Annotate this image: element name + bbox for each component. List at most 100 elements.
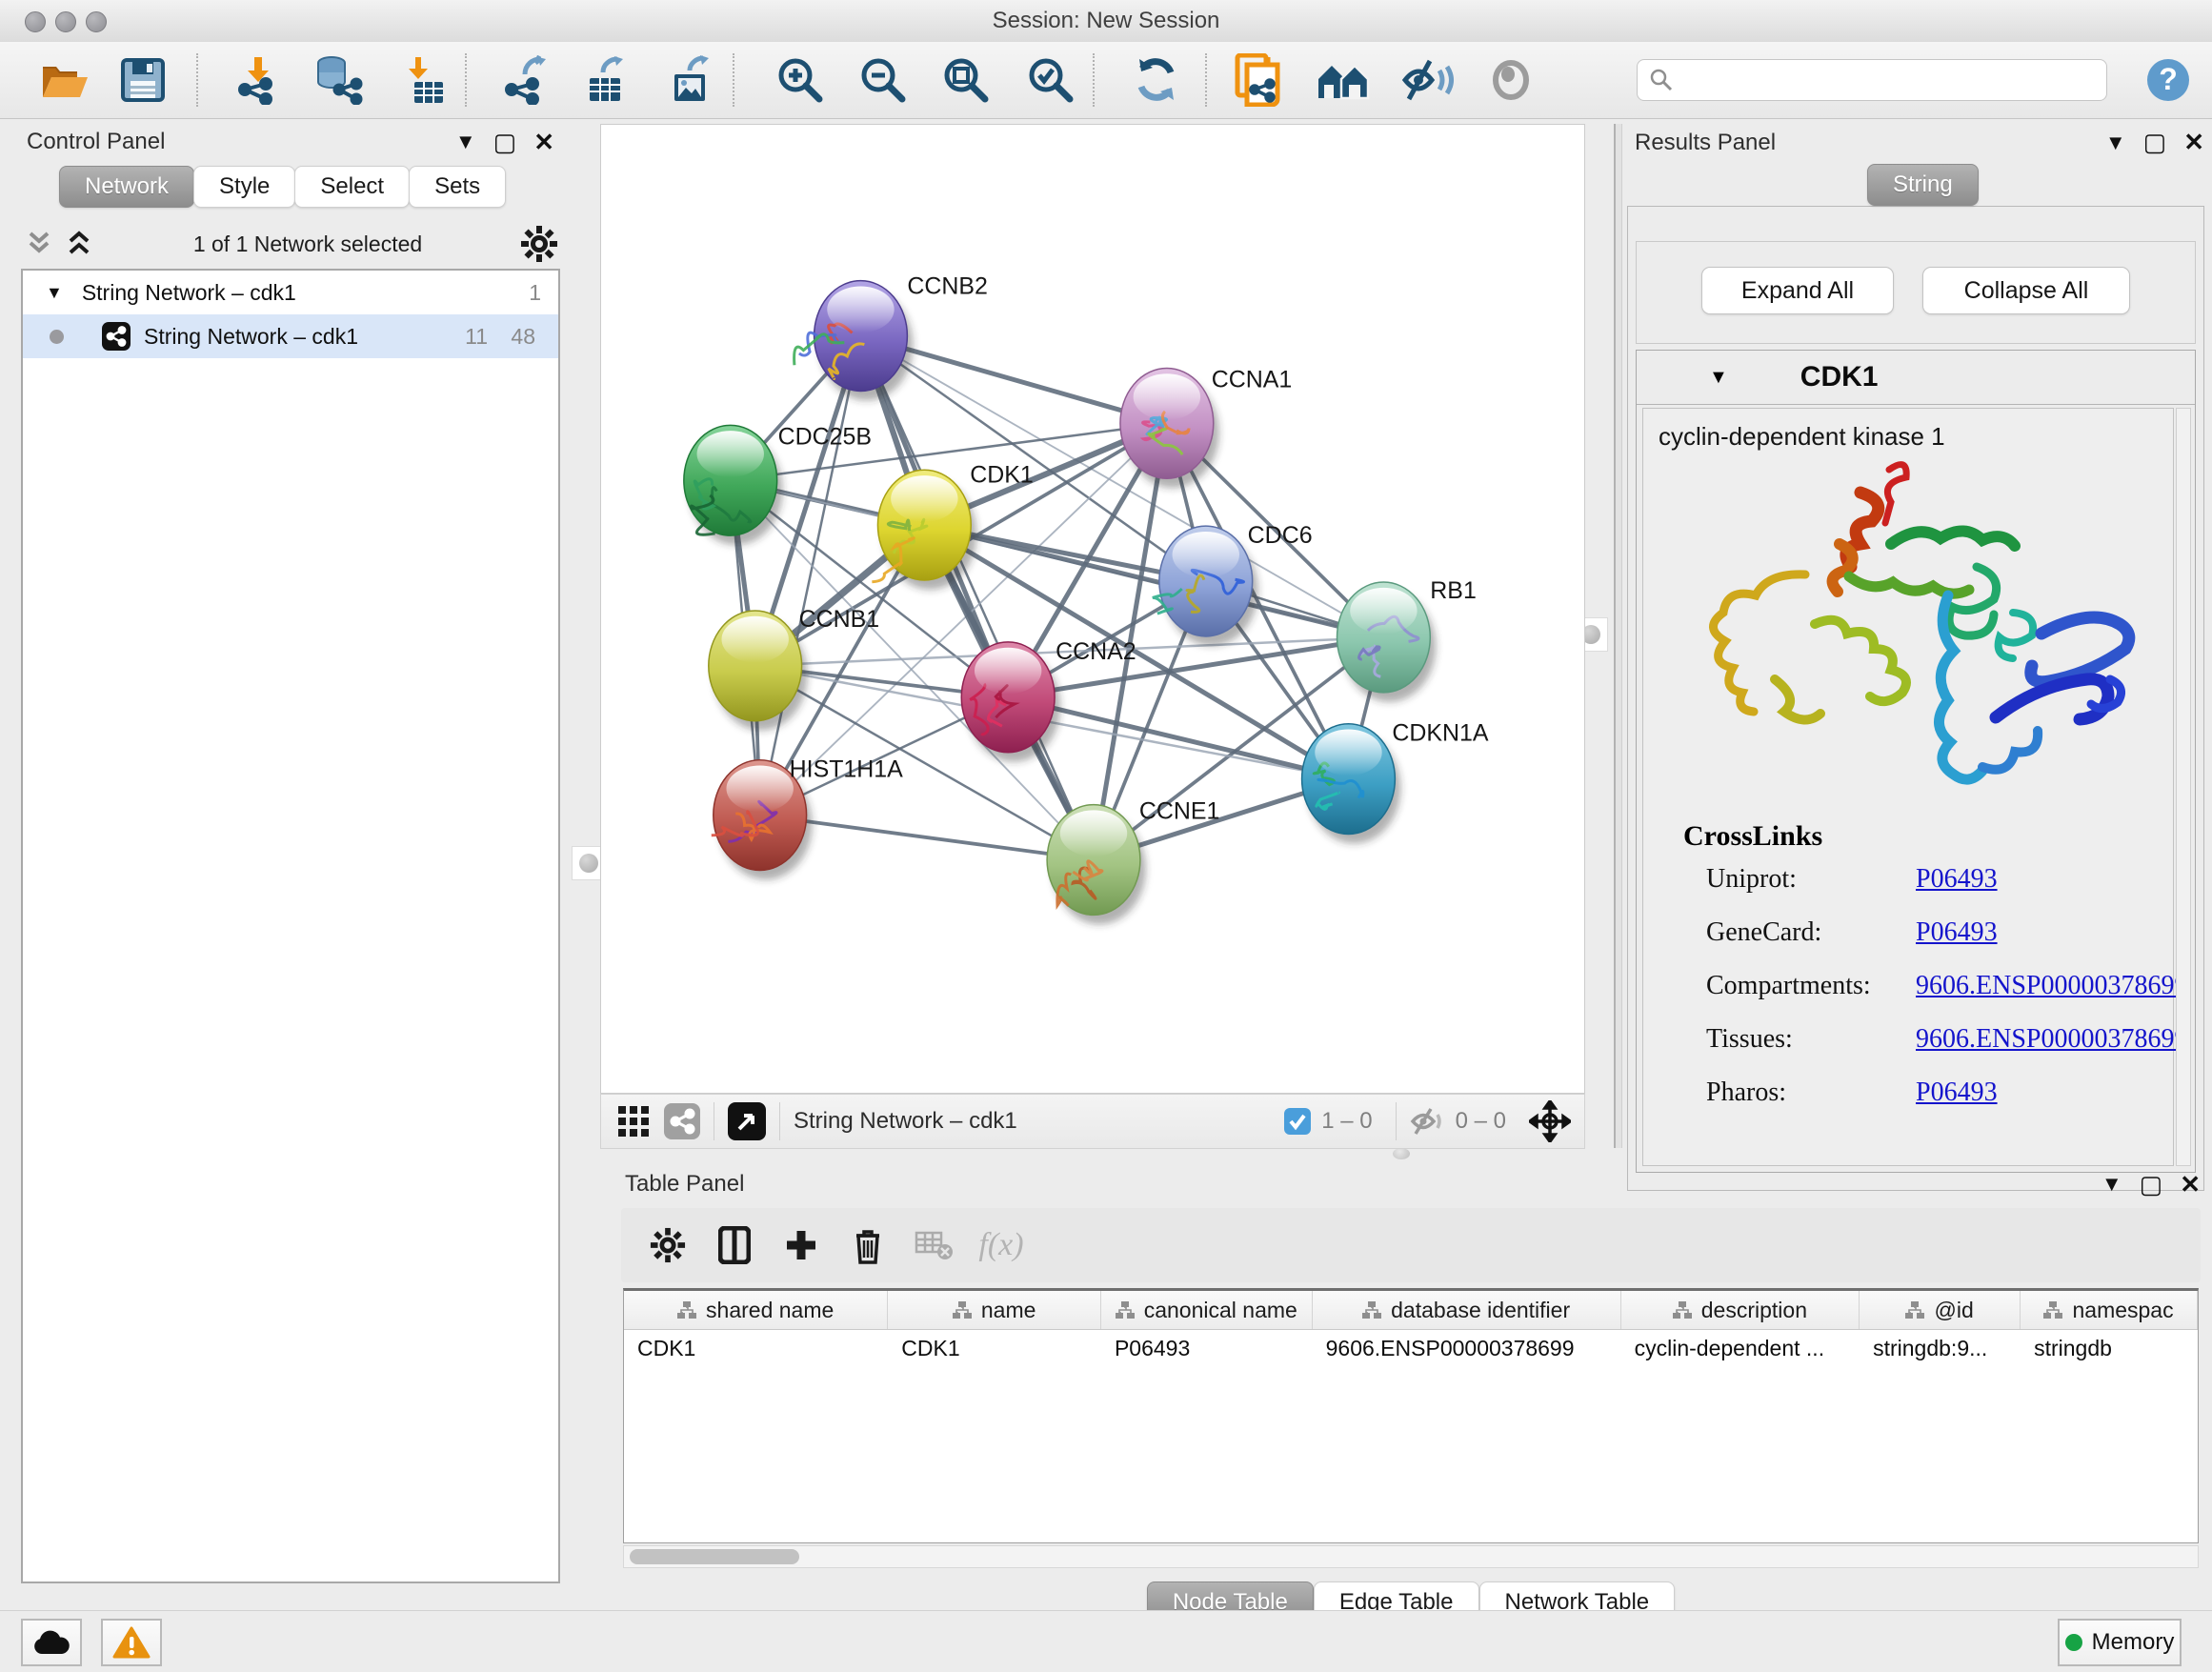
column-header-shared-name[interactable]: shared name <box>624 1291 888 1329</box>
result-entry-header[interactable]: ▼ CDK1 <box>1637 351 2195 405</box>
zoom-out-icon <box>858 55 908 105</box>
fit-content-crosshair-icon[interactable] <box>1529 1100 1571 1142</box>
separator <box>1396 1102 1397 1140</box>
network-node-HIST1H1A[interactable]: HIST1H1A <box>712 756 903 880</box>
show-columns-button[interactable] <box>701 1217 768 1274</box>
node-label-CCNA1: CCNA1 <box>1212 366 1293 393</box>
results-panel-divider[interactable] <box>1614 124 1622 1148</box>
node-gloss <box>697 431 764 477</box>
help-button[interactable]: ? <box>2138 51 2199 109</box>
search-input[interactable] <box>1637 59 2107 101</box>
table-header-row: shared name name canonical namedatabase id… <box>624 1291 2198 1330</box>
tab-sets[interactable]: Sets <box>409 166 506 208</box>
crosslink-link[interactable]: 9606.ENSP00000378699 <box>1916 971 2187 1001</box>
network-node-CCNE1[interactable]: CCNE1 <box>1047 798 1219 925</box>
table-settings-button[interactable] <box>634 1217 701 1274</box>
crosslink-row: Tissues:9606.ENSP00000378699 <box>1706 1024 2163 1058</box>
panel-menu-icon[interactable]: ▼ <box>2101 1172 2122 1197</box>
save-session-button[interactable] <box>112 51 173 109</box>
add-column-button[interactable] <box>768 1217 835 1274</box>
tree-expand-icon[interactable]: ▼ <box>46 283 63 303</box>
crosslink-link[interactable]: P06493 <box>1916 864 1998 895</box>
column-header-label: name <box>981 1298 1036 1323</box>
hide-selected-button[interactable] <box>1398 51 1458 109</box>
network-node-CCNB2[interactable]: CCNB2 <box>794 273 988 401</box>
network-node-CDK1[interactable]: CDK1 <box>872 461 1033 590</box>
selected-checkbox-icon[interactable] <box>1283 1107 1312 1136</box>
tab-select[interactable]: Select <box>294 166 410 208</box>
panel-menu-icon[interactable]: ▼ <box>455 130 476 154</box>
import-network-file-button[interactable] <box>228 51 289 109</box>
network-node-CDC6[interactable]: CDC6 <box>1153 522 1313 646</box>
zoom-selected-button[interactable] <box>1020 51 1081 109</box>
expand-all-button[interactable]: Expand All <box>1701 267 1894 314</box>
column-header-namespac[interactable]: namespac <box>2021 1291 2198 1329</box>
warnings-button[interactable] <box>101 1619 162 1666</box>
table-cell: 9606.ENSP00000378699 <box>1313 1330 1621 1366</box>
table-row[interactable]: CDK1CDK1P064939606.ENSP00000378699cyclin… <box>624 1330 2198 1366</box>
refresh-button[interactable] <box>1126 51 1187 109</box>
zoom-in-button[interactable] <box>770 51 831 109</box>
network-node-CCNA1[interactable]: CCNA1 <box>1120 366 1292 488</box>
collapse-all-button[interactable]: Collapse All <box>1922 267 2130 314</box>
export-table-button[interactable] <box>576 51 637 109</box>
node-table: shared name name canonical namedatabase id… <box>623 1288 2199 1543</box>
network-node-RB1[interactable]: RB1 <box>1337 577 1476 702</box>
network-tree-child-row[interactable]: String Network – cdk1 11 48 <box>23 314 558 358</box>
network-node-CCNB1[interactable]: CCNB1 <box>709 606 879 731</box>
collapse-entry-icon[interactable]: ▼ <box>1709 367 1728 389</box>
delete-column-button[interactable] <box>835 1217 901 1274</box>
gear-icon[interactable] <box>520 225 558 263</box>
tab-network[interactable]: Network <box>59 166 194 208</box>
panel-menu-icon[interactable]: ▼ <box>2105 131 2126 155</box>
duplicate-network-button[interactable] <box>1229 51 1290 109</box>
column-header-description[interactable]: description <box>1621 1291 1860 1329</box>
column-header-@id[interactable]: @id <box>1860 1291 2021 1329</box>
show-all-button[interactable] <box>1480 51 1541 109</box>
zoom-out-button[interactable] <box>853 51 914 109</box>
crosslink-link[interactable]: 9606.ENSP00000378699 <box>1916 1024 2187 1055</box>
panel-close-icon[interactable]: ✕ <box>2183 128 2204 157</box>
memory-button[interactable]: Memory <box>2058 1619 2182 1666</box>
network-node-CDKN1A[interactable]: CDKN1A <box>1302 720 1489 844</box>
hidden-eye-icon[interactable] <box>1410 1107 1446 1136</box>
import-network-database-button[interactable] <box>308 51 369 109</box>
import-table-button[interactable] <box>392 51 453 109</box>
export-network-button[interactable] <box>494 51 555 109</box>
results-scrollbar[interactable] <box>2176 408 2191 1166</box>
panel-float-icon[interactable]: ▢ <box>493 128 517 157</box>
tab-style[interactable]: Style <box>193 166 295 208</box>
panel-close-icon[interactable]: ✕ <box>533 128 554 157</box>
network-canvas[interactable]: CCNB2 CCNA1 CDC25BCDK1 CDC6RB1 CCNB1 CCNA2 CDK… <box>600 124 1585 1094</box>
network-node-CDC25B[interactable]: CDC25B <box>684 423 872 545</box>
network-node-CCNA2[interactable]: CCNA2 <box>961 638 1136 762</box>
table-h-scrollbar[interactable] <box>623 1545 2199 1568</box>
function-builder-button[interactable]: f(x) <box>968 1217 1035 1274</box>
panel-close-icon[interactable]: ✕ <box>2180 1170 2201 1199</box>
node-label-CCNA2: CCNA2 <box>1056 638 1136 665</box>
panel-float-icon[interactable]: ▢ <box>2143 128 2167 157</box>
expand-all-icon[interactable] <box>63 230 95 258</box>
selected-counts: 1 – 0 <box>1321 1108 1372 1135</box>
main-toolbar: ? <box>0 42 2212 119</box>
zoom-fit-button[interactable] <box>935 51 996 109</box>
delete-table-button[interactable] <box>901 1217 968 1274</box>
column-header-canonical-name[interactable]: canonical name <box>1101 1291 1313 1329</box>
collapse-all-icon[interactable] <box>23 230 55 258</box>
network-view-icon[interactable] <box>664 1103 700 1139</box>
grid-mode-icon[interactable] <box>616 1104 651 1138</box>
crosslink-link[interactable]: P06493 <box>1916 917 1998 948</box>
open-session-button[interactable] <box>34 51 95 109</box>
scrollbar-thumb[interactable] <box>630 1549 799 1564</box>
birdseye-view-icon[interactable] <box>728 1102 766 1140</box>
first-neighbors-button[interactable] <box>1314 51 1375 109</box>
crosslink-link[interactable]: P06493 <box>1916 1078 1998 1108</box>
column-header-database-identifier[interactable]: database identifier <box>1313 1291 1621 1329</box>
export-image-button[interactable] <box>661 51 722 109</box>
column-header-name[interactable]: name <box>888 1291 1101 1329</box>
network-tree-root-row[interactable]: ▼ String Network – cdk1 1 <box>23 271 558 314</box>
cloud-status-button[interactable] <box>21 1619 82 1666</box>
node-gloss <box>1350 588 1417 635</box>
tab-string[interactable]: String <box>1867 164 1979 206</box>
panel-float-icon[interactable]: ▢ <box>2140 1170 2163 1199</box>
